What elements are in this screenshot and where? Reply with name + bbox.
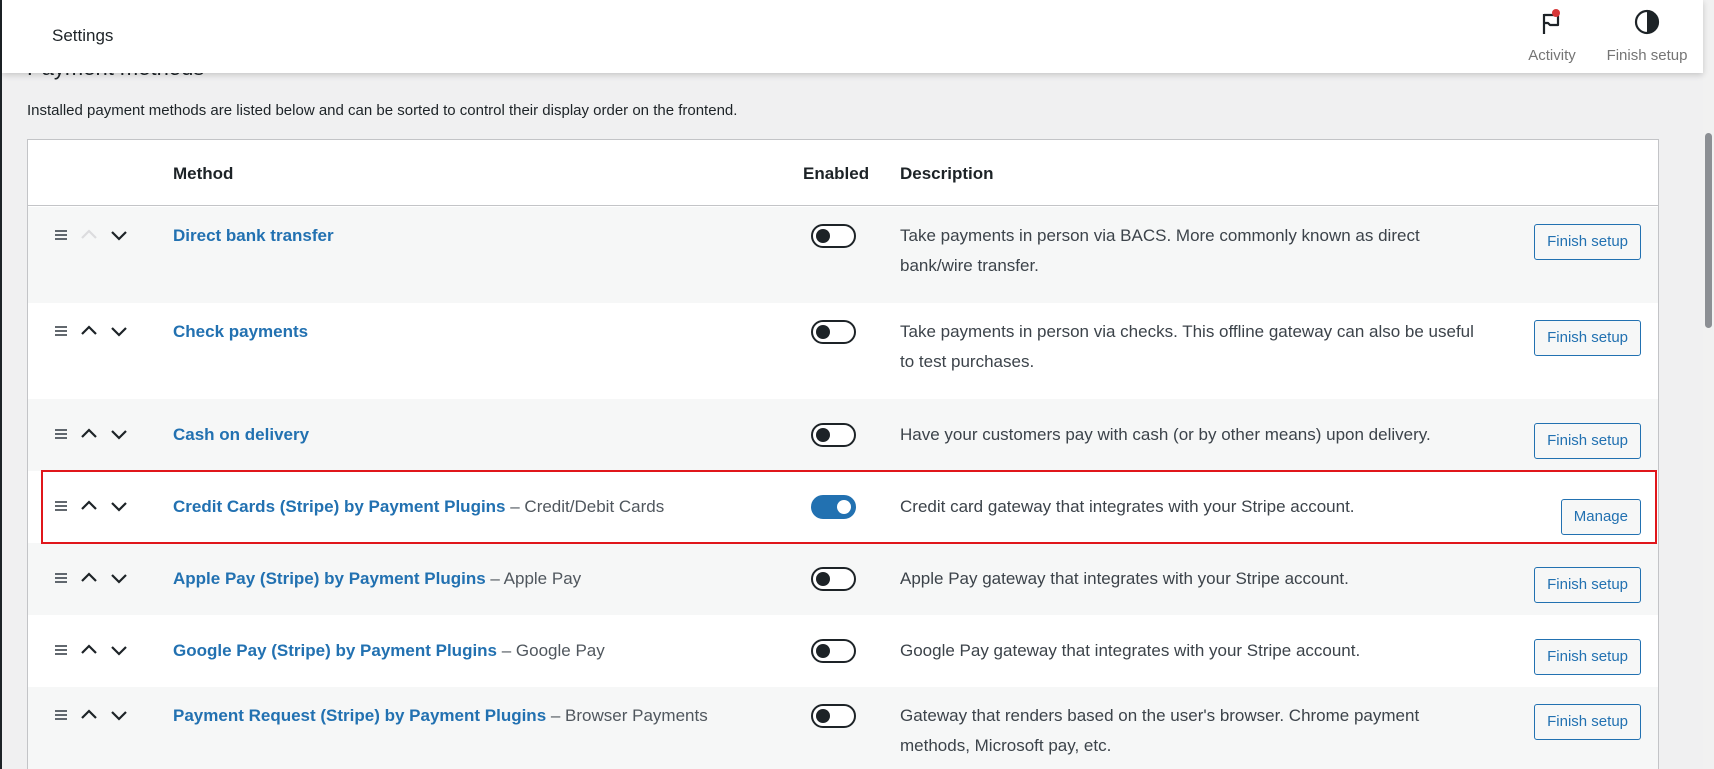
chevron-down-icon[interactable] — [107, 641, 131, 659]
section-description: Installed payment methods are listed bel… — [27, 102, 738, 119]
method-cell: Cash on delivery — [173, 425, 309, 445]
chevron-up-icon[interactable] — [77, 569, 101, 587]
toggle-knob — [816, 709, 830, 723]
manage-button[interactable]: Manage — [1560, 499, 1641, 535]
chevron-down-icon[interactable] — [107, 497, 131, 515]
finish-setup-button[interactable]: Finish setup — [1534, 704, 1641, 740]
drag-handle-icon[interactable] — [53, 497, 69, 515]
enabled-toggle[interactable] — [811, 423, 856, 447]
table-row: Google Pay (Stripe) by Payment Plugins –… — [28, 615, 1658, 687]
row-sort-controls — [53, 425, 131, 443]
chevron-up-icon — [77, 226, 101, 244]
method-name-link[interactable]: Apple Pay (Stripe) by Payment Plugins — [173, 569, 486, 588]
chevron-up-icon[interactable] — [77, 497, 101, 515]
method-name-link[interactable]: Google Pay (Stripe) by Payment Plugins — [173, 641, 497, 660]
drag-handle-icon[interactable] — [53, 322, 69, 340]
table-row: Credit Cards (Stripe) by Payment Plugins… — [28, 471, 1658, 543]
chevron-down-icon[interactable] — [107, 425, 131, 443]
method-title: – Apple Pay — [485, 569, 582, 588]
window-edge — [0, 0, 2, 769]
table-row: Apple Pay (Stripe) by Payment Plugins – … — [28, 543, 1658, 615]
method-description: Apple Pay gateway that integrates with y… — [900, 569, 1349, 588]
header-method: Method — [173, 164, 234, 183]
method-title: – Browser Payments — [546, 706, 708, 725]
method-cell: Apple Pay (Stripe) by Payment Plugins – … — [173, 569, 581, 589]
method-name-link[interactable]: Payment Request (Stripe) by Payment Plug… — [173, 706, 546, 725]
method-description: Gateway that renders based on the user's… — [900, 706, 1420, 755]
method-cell: Check payments — [173, 322, 308, 342]
finish-setup-button[interactable]: Finish setup — [1534, 567, 1641, 603]
finish-setup-topbar-button[interactable]: Finish setup — [1597, 8, 1697, 68]
table-row: Cash on delivery Have your customers pay … — [28, 399, 1658, 471]
chevron-up-icon[interactable] — [77, 425, 101, 443]
method-description: Take payments in person via checks. This… — [900, 322, 1474, 371]
toggle-knob — [837, 500, 851, 514]
drag-handle-icon[interactable] — [53, 569, 69, 587]
finish-setup-label: Finish setup — [1606, 47, 1688, 64]
method-name-link[interactable]: Direct bank transfer — [173, 226, 334, 245]
enabled-toggle[interactable] — [811, 224, 856, 248]
page-title: Settings — [52, 26, 114, 45]
method-description: Google Pay gateway that integrates with … — [900, 641, 1361, 660]
row-sort-controls — [53, 569, 131, 587]
finish-setup-button[interactable]: Finish setup — [1534, 224, 1641, 260]
method-title: – Google Pay — [497, 641, 605, 660]
toggle-knob — [816, 325, 830, 339]
method-title: – Credit/Debit Cards — [505, 497, 665, 516]
method-cell: Google Pay (Stripe) by Payment Plugins –… — [173, 641, 605, 661]
enabled-toggle[interactable] — [811, 639, 856, 663]
method-name-link[interactable]: Credit Cards (Stripe) by Payment Plugins — [173, 497, 506, 516]
chevron-down-icon[interactable] — [107, 322, 131, 340]
drag-handle-icon[interactable] — [53, 641, 69, 659]
flag-icon — [1539, 8, 1565, 41]
enabled-toggle[interactable] — [811, 495, 856, 519]
method-name-link[interactable]: Cash on delivery — [173, 425, 309, 444]
half-circle-icon — [1633, 8, 1661, 41]
toggle-knob — [816, 428, 830, 442]
drag-handle-icon[interactable] — [53, 706, 69, 724]
scrollbar[interactable] — [1703, 0, 1714, 769]
row-sort-controls — [53, 641, 131, 659]
finish-setup-button[interactable]: Finish setup — [1534, 639, 1641, 675]
table-row: Direct bank transfer Take payments in per… — [28, 207, 1658, 303]
top-bar: Settings Activity Finish setup — [2, 0, 1703, 73]
enabled-toggle[interactable] — [811, 704, 856, 728]
enabled-toggle[interactable] — [811, 320, 856, 344]
header-description: Description — [900, 164, 994, 183]
scrollbar-thumb[interactable] — [1705, 133, 1712, 328]
method-description: Have your customers pay with cash (or by… — [900, 425, 1431, 444]
chevron-down-icon[interactable] — [107, 226, 131, 244]
method-description: Credit card gateway that integrates with… — [900, 497, 1355, 516]
chevron-down-icon[interactable] — [107, 569, 131, 587]
header-enabled: Enabled — [803, 164, 870, 183]
payment-methods-table: Method Enabled Description Direct bank t… — [27, 139, 1659, 769]
row-sort-controls — [53, 497, 131, 515]
row-sort-controls — [53, 322, 131, 340]
table-header: Method Enabled Description — [28, 140, 1658, 206]
method-cell: Credit Cards (Stripe) by Payment Plugins… — [173, 497, 664, 517]
toggle-knob — [816, 644, 830, 658]
finish-setup-button[interactable]: Finish setup — [1534, 423, 1641, 459]
method-cell: Payment Request (Stripe) by Payment Plug… — [173, 706, 708, 726]
table-row: Check payments Take payments in person vi… — [28, 303, 1658, 399]
chevron-down-icon[interactable] — [107, 706, 131, 724]
toggle-knob — [816, 229, 830, 243]
toggle-knob — [816, 572, 830, 586]
method-name-link[interactable]: Check payments — [173, 322, 308, 341]
enabled-toggle[interactable] — [811, 567, 856, 591]
chevron-up-icon[interactable] — [77, 641, 101, 659]
chevron-up-icon[interactable] — [77, 322, 101, 340]
drag-handle-icon[interactable] — [53, 425, 69, 443]
method-cell: Direct bank transfer — [173, 226, 334, 246]
finish-setup-button[interactable]: Finish setup — [1534, 320, 1641, 356]
activity-button[interactable]: Activity — [1512, 8, 1592, 68]
activity-label: Activity — [1528, 47, 1576, 64]
chevron-up-icon[interactable] — [77, 706, 101, 724]
table-row: Payment Request (Stripe) by Payment Plug… — [28, 687, 1658, 769]
method-description: Take payments in person via BACS. More c… — [900, 226, 1420, 275]
row-sort-controls — [53, 226, 131, 244]
drag-handle-icon[interactable] — [53, 226, 69, 244]
row-sort-controls — [53, 706, 131, 724]
